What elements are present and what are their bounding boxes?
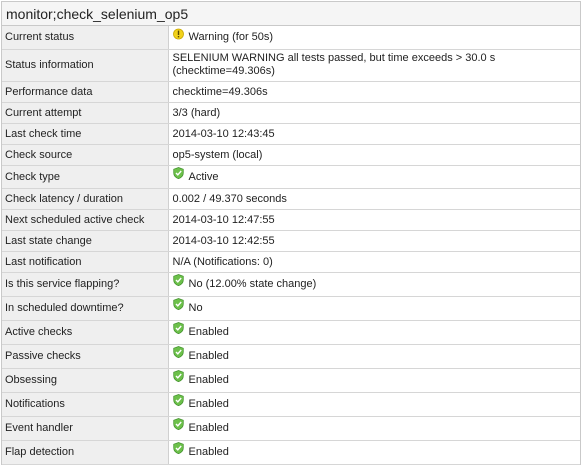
- row-value-next-scheduled-check: 2014-03-10 12:47:55: [168, 209, 580, 231]
- ok-shield-icon: [172, 370, 184, 382]
- notifications-text: Enabled: [188, 398, 229, 410]
- table-row: Last check time 2014-03-10 12:43:45: [2, 123, 580, 145]
- obsessing-text: Enabled: [188, 374, 229, 386]
- passive-checks-text: Enabled: [188, 350, 229, 362]
- table-row: Obsessing Enabled: [2, 368, 580, 393]
- check-type-text: Active: [188, 170, 219, 183]
- row-label-last-state-change: Last state change: [2, 230, 169, 252]
- row-label-check-source: Check source: [2, 144, 169, 166]
- row-label-check-latency: Check latency / duration: [2, 188, 169, 210]
- table-row: In scheduled downtime? No: [2, 296, 580, 321]
- flap-detection-text: Enabled: [188, 446, 229, 458]
- row-value-last-state-change: 2014-03-10 12:42:55: [168, 230, 580, 252]
- table-row: Notifications Enabled: [2, 392, 580, 417]
- table-row: Flap detection Enabled: [2, 440, 580, 465]
- table-row: Performance data checktime=49.306s: [2, 81, 580, 103]
- ok-shield-icon: [172, 394, 184, 406]
- row-label-check-type: Check type: [2, 165, 169, 189]
- row-label-flap-detection: Flap detection: [2, 440, 169, 465]
- ok-shield-icon: [172, 418, 184, 430]
- row-value-flapping: No (12.00% state change): [168, 272, 580, 297]
- row-value-current-status: Warning (for 50s): [168, 26, 580, 50]
- table-row: Check source op5-system (local): [2, 144, 580, 166]
- table-row: Last notification N/A (Notifications: 0): [2, 251, 580, 273]
- active-checks-text: Enabled: [188, 326, 229, 338]
- table-row: Current attempt 3/3 (hard): [2, 102, 580, 124]
- event-handler-text: Enabled: [188, 422, 229, 434]
- table-row: Is this service flapping? No (12.00% sta…: [2, 272, 580, 297]
- table-row: Last state change 2014-03-10 12:42:55: [2, 230, 580, 252]
- row-label-active-checks: Active checks: [2, 320, 169, 345]
- ok-shield-icon: [172, 442, 184, 454]
- table-row: Event handler Enabled: [2, 416, 580, 441]
- current-status-text: Warning (for 50s): [188, 31, 274, 44]
- scheduled-downtime-text: No: [188, 302, 203, 314]
- table-row: Passive checks Enabled: [2, 344, 580, 369]
- row-value-check-type: Active: [168, 165, 580, 189]
- row-value-performance-data: checktime=49.306s: [168, 81, 580, 103]
- row-value-last-notification: N/A (Notifications: 0): [168, 251, 580, 273]
- status-information-line1: SELENIUM WARNING all tests passed, but t…: [172, 52, 496, 64]
- row-value-flap-detection: Enabled: [168, 440, 580, 465]
- ok-shield-icon: [172, 322, 184, 334]
- ok-shield-icon: [172, 298, 184, 310]
- table-row: Active checks Enabled: [2, 320, 580, 345]
- table-row: Check latency / duration 0.002 / 49.370 …: [2, 188, 580, 210]
- service-title: monitor;check_selenium_op5: [2, 2, 580, 26]
- row-value-passive-checks: Enabled: [168, 344, 580, 369]
- row-label-event-handler: Event handler: [2, 416, 169, 441]
- row-value-obsessing: Enabled: [168, 368, 580, 393]
- row-value-event-handler: Enabled: [168, 416, 580, 441]
- row-value-status-information: SELENIUM WARNING all tests passed, but t…: [168, 49, 580, 82]
- table-row: Status information SELENIUM WARNING all …: [2, 49, 580, 82]
- row-value-last-check-time: 2014-03-10 12:43:45: [168, 123, 580, 145]
- service-details-panel: monitor;check_selenium_op5 Current statu…: [1, 1, 581, 465]
- row-label-notifications: Notifications: [2, 392, 169, 417]
- flapping-text: No (12.00% state change): [188, 278, 317, 290]
- status-information-line2: (checktime=49.306s): [172, 65, 275, 77]
- service-details-table: Current status Warning (for 50s) Status …: [2, 26, 580, 465]
- row-value-active-checks: Enabled: [168, 320, 580, 345]
- ok-shield-icon: [172, 274, 184, 286]
- row-label-current-attempt: Current attempt: [2, 102, 169, 124]
- table-row: Check type Active: [2, 165, 580, 189]
- row-value-notifications: Enabled: [168, 392, 580, 417]
- row-label-passive-checks: Passive checks: [2, 344, 169, 369]
- row-label-scheduled-downtime: In scheduled downtime?: [2, 296, 169, 321]
- row-label-flapping: Is this service flapping?: [2, 272, 169, 297]
- row-value-scheduled-downtime: No: [168, 296, 580, 321]
- warning-icon: [172, 28, 184, 40]
- row-label-obsessing: Obsessing: [2, 368, 169, 393]
- row-label-current-status: Current status: [2, 26, 169, 50]
- row-label-last-notification: Last notification: [2, 251, 169, 273]
- ok-shield-icon: [172, 166, 184, 179]
- row-value-check-source: op5-system (local): [168, 144, 580, 166]
- row-label-last-check-time: Last check time: [2, 123, 169, 145]
- table-row: Next scheduled active check 2014-03-10 1…: [2, 209, 580, 231]
- row-label-next-scheduled-check: Next scheduled active check: [2, 209, 169, 231]
- row-value-check-latency: 0.002 / 49.370 seconds: [168, 188, 580, 210]
- row-value-current-attempt: 3/3 (hard): [168, 102, 580, 124]
- ok-shield-icon: [172, 346, 184, 358]
- row-label-performance-data: Performance data: [2, 81, 169, 103]
- row-label-status-information: Status information: [2, 49, 169, 82]
- table-row: Current status Warning (for 50s): [2, 26, 580, 50]
